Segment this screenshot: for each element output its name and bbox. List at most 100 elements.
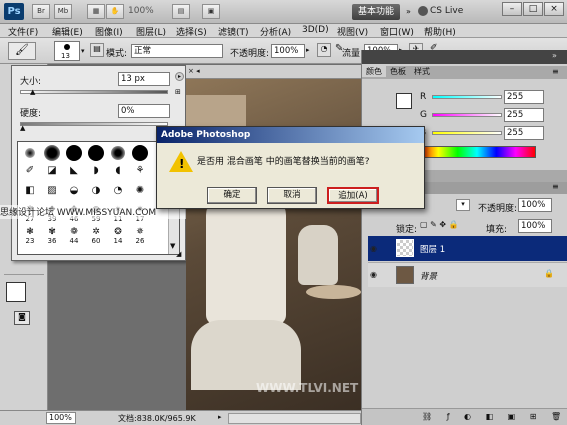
tab-swatches[interactable]: 色板 — [386, 66, 410, 77]
brush-preset[interactable]: ◑ — [86, 186, 106, 204]
brush-preset-picker[interactable]: 13 — [54, 41, 80, 61]
brush-preset[interactable]: ✲ 60 — [86, 228, 106, 246]
color-spectrum-bar[interactable] — [418, 146, 536, 158]
size-input[interactable]: 13 px — [118, 72, 170, 86]
r-input[interactable]: 255 — [504, 90, 544, 104]
menu-view[interactable]: 视图(V) — [337, 25, 368, 38]
hardness-slider-thumb[interactable]: ▲ — [20, 124, 25, 132]
brush-preset[interactable]: ❂ 14 — [108, 228, 128, 246]
blend-mode-arrow-icon[interactable]: ▾ — [456, 199, 470, 211]
menu-image[interactable]: 图像(I) — [95, 25, 123, 38]
menu-edit[interactable]: 编辑(E) — [52, 25, 83, 38]
menu-help[interactable]: 帮助(H) — [424, 25, 456, 38]
brush-preset[interactable]: ◣ — [64, 166, 84, 184]
info-arrow-icon[interactable]: ▸ — [218, 413, 222, 421]
brush-preset[interactable]: ✵ 26 — [130, 228, 150, 246]
opacity-input[interactable]: 100% — [271, 44, 305, 58]
document-canvas[interactable]: × ◂ WWW.TLVI.NET — [186, 65, 361, 410]
brush-preset[interactable] — [108, 144, 128, 162]
panel-menu-icon[interactable]: ▸ — [175, 72, 184, 81]
menu-analysis[interactable]: 分析(A) — [260, 25, 291, 38]
fill-input[interactable]: 100% — [518, 219, 552, 233]
g-slider[interactable] — [432, 113, 502, 117]
ok-button[interactable]: 确定 — [207, 187, 257, 204]
hardness-slider[interactable] — [20, 122, 168, 126]
cancel-button[interactable]: 取消 — [267, 187, 317, 204]
save-preset-icon[interactable]: ⊞ — [175, 88, 184, 97]
brush-preset[interactable]: ✐ — [20, 166, 40, 184]
brush-preset[interactable]: ◒ — [64, 186, 84, 204]
menu-select[interactable]: 选择(S) — [176, 25, 207, 38]
color-panel-menu-icon[interactable]: ≡ — [552, 67, 559, 76]
brush-preset[interactable]: ✾ 36 — [42, 228, 62, 246]
brush-preset[interactable]: ⚘ — [130, 166, 150, 184]
tab-close-icon[interactable]: × ◂ — [188, 67, 210, 77]
brush-preset[interactable]: ◖ — [108, 166, 128, 184]
brush-preset[interactable]: ◔ — [108, 186, 128, 204]
hardness-input[interactable]: 0% — [118, 104, 170, 118]
layers-opacity-input[interactable]: 100% — [518, 198, 552, 212]
brush-preset[interactable] — [130, 144, 150, 162]
size-slider[interactable] — [20, 90, 168, 94]
pressure-opacity-icon[interactable]: ◔ — [317, 43, 331, 57]
brush-preset[interactable] — [86, 144, 106, 162]
brush-preset[interactable]: ◗ — [86, 166, 106, 184]
horizontal-scrollbar[interactable] — [228, 413, 361, 424]
brush-preset[interactable] — [42, 144, 62, 162]
brush-preset[interactable] — [64, 144, 84, 162]
brush-preset[interactable]: ◧ — [20, 186, 40, 204]
brush-preset[interactable]: ❁ 44 — [64, 228, 84, 246]
layer-name[interactable]: 背景 — [420, 270, 437, 282]
brush-panel-toggle-icon[interactable]: ▤ — [90, 43, 104, 57]
foreground-color-swatch[interactable] — [6, 282, 26, 302]
visibility-eye-icon[interactable]: ◉ — [370, 270, 377, 279]
close-button[interactable]: × — [544, 2, 564, 16]
visibility-eye-icon[interactable]: ◉ — [370, 244, 377, 253]
opacity-arrow-icon[interactable]: ▸ — [306, 46, 310, 54]
append-button[interactable]: 追加(A) — [327, 187, 379, 204]
tab-styles[interactable]: 样式 — [410, 66, 434, 77]
workspace-essentials-button[interactable]: 基本功能 — [352, 4, 400, 20]
scroll-down-icon[interactable]: ▼ — [170, 242, 175, 250]
brush-preset[interactable] — [20, 144, 40, 162]
mode-select[interactable]: 正常 — [131, 44, 223, 58]
resize-grip-icon[interactable]: ◢ — [176, 250, 181, 258]
arrange-documents-icon[interactable]: ▤ — [172, 4, 190, 19]
tab-color[interactable]: 颜色 — [362, 66, 386, 77]
b-slider[interactable] — [432, 131, 502, 135]
chevron-down-icon[interactable]: ▾ — [81, 47, 85, 55]
menu-3d[interactable]: 3D(D) — [302, 25, 329, 35]
view-extras-icon[interactable]: ▦ — [87, 4, 105, 19]
collapse-dock-icon[interactable]: » — [552, 51, 557, 60]
quick-mask-icon[interactable]: ◙ — [14, 311, 30, 325]
brush-preset[interactable]: ◪ — [42, 166, 62, 184]
brush-preset[interactable]: ✺ — [130, 186, 150, 204]
layer-name[interactable]: 图层 1 — [420, 243, 445, 255]
menu-filter[interactable]: 滤镜(T) — [218, 25, 249, 38]
layers-action-icons[interactable]: ⛓ ƒ ◐ ◧ ▣ ⊞ 🗑 — [422, 412, 567, 421]
hand-tool-icon[interactable]: ✋ — [106, 4, 124, 19]
cs-live-button[interactable]: CS Live — [430, 6, 463, 16]
size-slider-thumb[interactable]: ▲ — [30, 88, 35, 96]
minimize-button[interactable]: – — [502, 2, 522, 16]
zoom-level[interactable]: 100% — [128, 6, 154, 16]
menu-layer[interactable]: 图层(L) — [136, 25, 166, 38]
layer-row[interactable]: 背景 🔒 — [368, 262, 567, 287]
workspace-menu-arrow-icon[interactable]: » — [406, 7, 411, 16]
lock-icons[interactable]: ▢ ✎ ✥ 🔒 — [420, 220, 468, 232]
r-slider[interactable] — [432, 95, 502, 99]
bridge-button[interactable]: Br — [32, 4, 50, 19]
brush-preset[interactable]: ▨ — [42, 186, 62, 204]
layers-panel-menu-icon[interactable]: ≡ — [552, 182, 559, 191]
menu-window[interactable]: 窗口(W) — [380, 25, 414, 38]
screen-mode-icon[interactable]: ▣ — [202, 4, 220, 19]
menu-file[interactable]: 文件(F) — [8, 25, 38, 38]
brush-tool-icon[interactable]: 🖌 — [8, 42, 36, 60]
brush-preset[interactable]: ❃ 23 — [20, 228, 40, 246]
maximize-button[interactable]: □ — [523, 2, 543, 16]
g-input[interactable]: 255 — [504, 108, 544, 122]
document-zoom-field[interactable]: 100% — [46, 412, 76, 424]
b-input[interactable]: 255 — [504, 126, 544, 140]
mini-bridge-button[interactable]: Mb — [54, 4, 72, 19]
layer-row-selected[interactable]: 图层 1 — [368, 236, 567, 261]
